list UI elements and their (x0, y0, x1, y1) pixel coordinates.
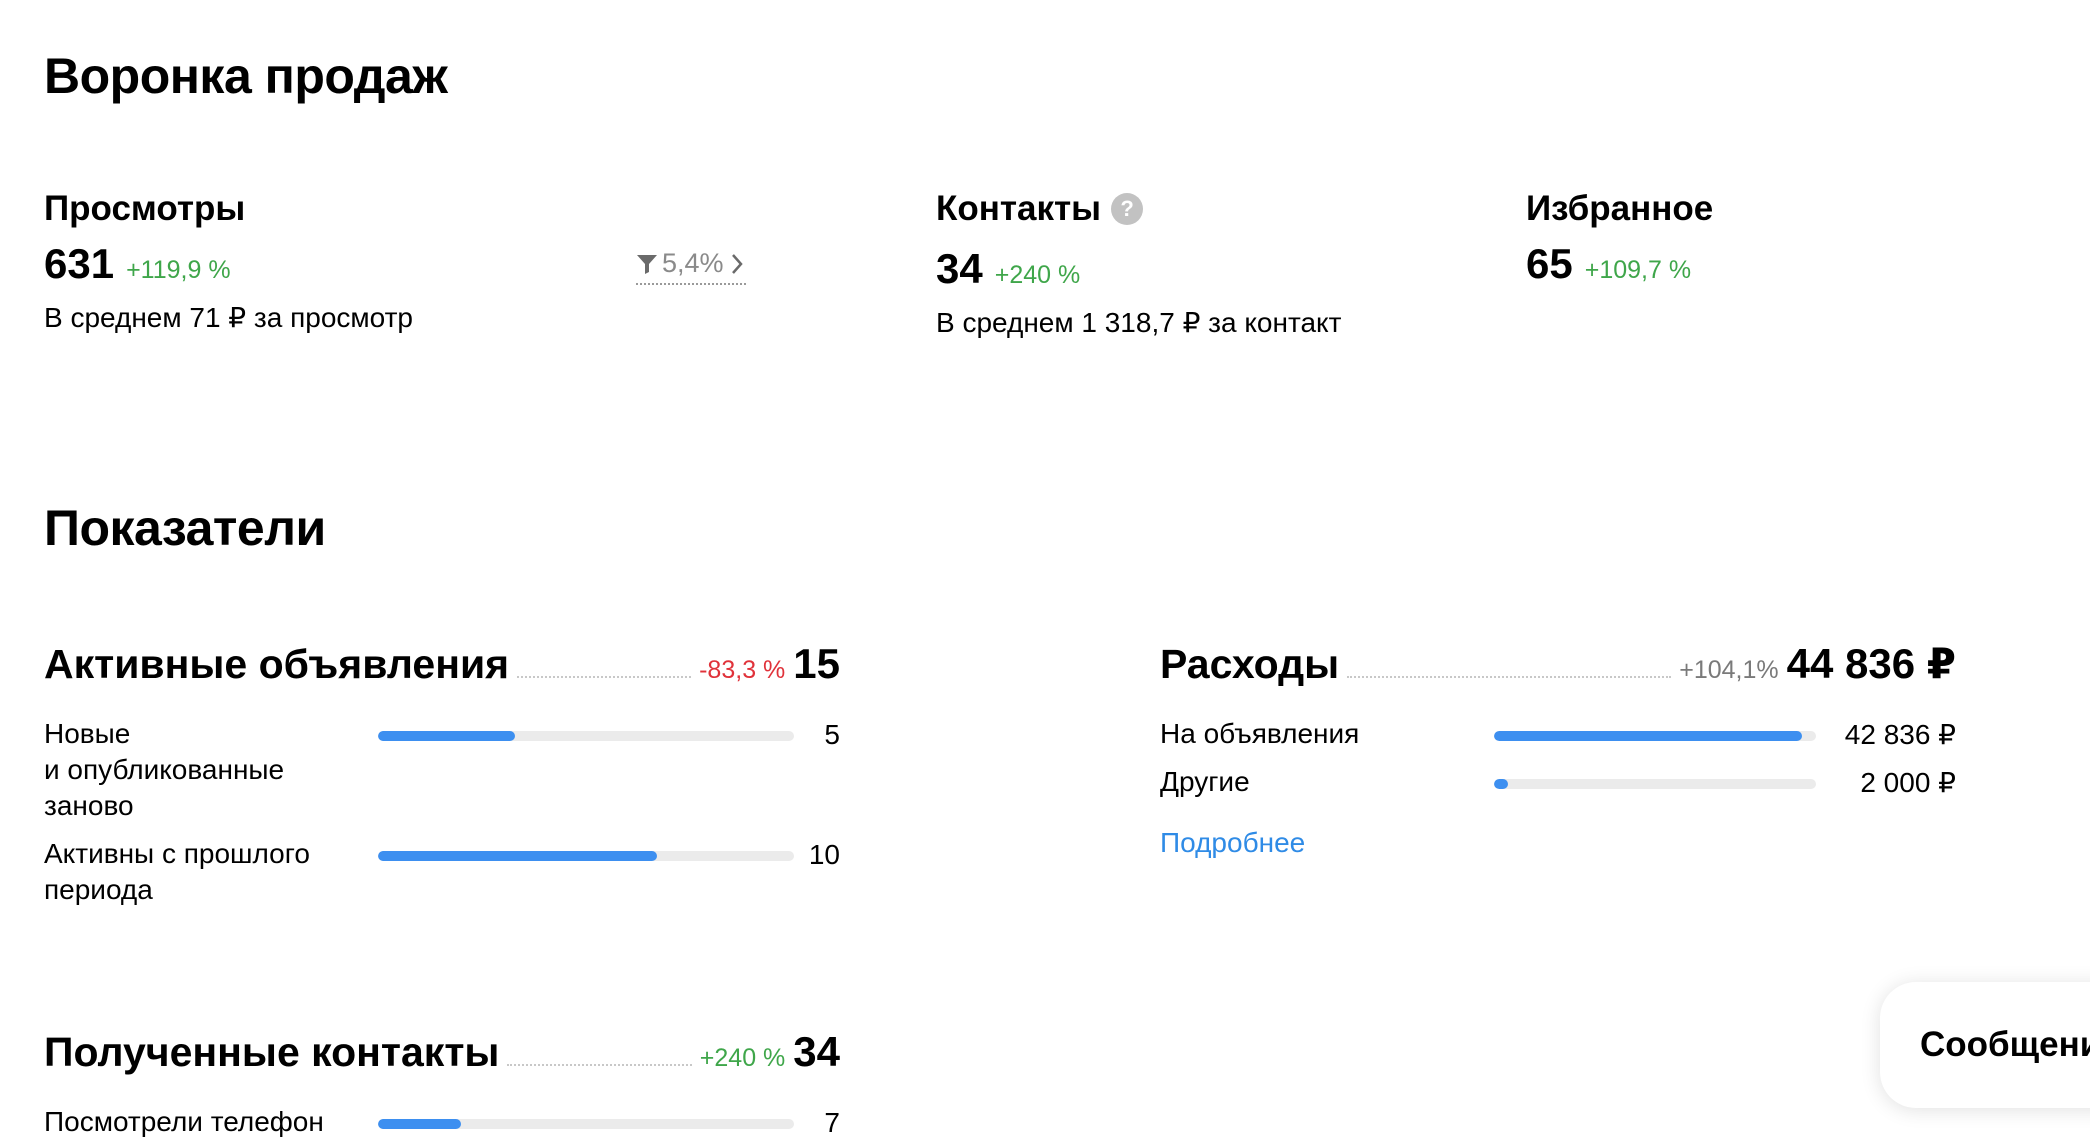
progress-fill (378, 851, 657, 861)
contacts-avg: В среднем 1 318,7 ₽ за контакт (936, 307, 1342, 338)
active-ads-delta: -83,3 % (699, 656, 786, 684)
progress-fill (378, 731, 516, 741)
label-line: периода (44, 874, 153, 905)
active-ads-row-prev-label: Активны с прошлого периода (44, 836, 364, 908)
label-line: и опубликованные (44, 754, 285, 785)
help-icon[interactable]: ? (1111, 192, 1144, 225)
expenses-row-ads-value: 42 836 ₽ (1844, 719, 1956, 750)
favorites-title: Избранное (1526, 189, 1714, 228)
views-value: 631 (44, 240, 115, 287)
messages-button-label: Сообщения (1920, 1025, 2090, 1064)
expenses-header: Расходы +104,1% 44 836 ₽ (1160, 643, 1956, 685)
favorites-value-row: 65 +109,7 % (1526, 243, 1691, 285)
received-contacts-row-phone-value: 7 (824, 1107, 840, 1138)
contacts-title: Контакты (936, 189, 1102, 228)
active-ads-row-new-bar (378, 731, 794, 741)
expenses-title: Расходы (1160, 641, 1340, 687)
received-contacts-row-phone-bar (378, 1119, 794, 1129)
favorites-value: 65 (1526, 240, 1573, 287)
progress-fill (378, 1119, 462, 1129)
active-ads-title: Активные объявления (44, 641, 510, 687)
received-contacts-title: Полученные контакты (44, 1029, 500, 1075)
funnel-filter-icon (637, 254, 657, 274)
expenses-row-other-bar (1494, 779, 1816, 789)
progress-fill (1494, 731, 1802, 741)
contacts-delta: +240 % (994, 261, 1081, 289)
active-ads-row-new-value: 5 (824, 719, 840, 750)
received-contacts-delta: +240 % (699, 1044, 786, 1072)
label-line: заново (44, 790, 134, 821)
views-conversion-value: 5,4% (662, 248, 724, 278)
active-ads-row-prev-value: 10 (808, 839, 840, 870)
active-ads-row-prev-bar (378, 851, 794, 861)
contacts-value: 34 (936, 245, 983, 292)
expenses-delta: +104,1% (1679, 656, 1779, 684)
dotted-leader (507, 1064, 692, 1066)
expenses-row-ads-bar (1494, 731, 1816, 741)
expenses-more-link[interactable]: Подробнее (1160, 827, 1305, 859)
views-value-row: 631 +119,9 % (44, 243, 231, 285)
views-delta: +119,9 % (126, 256, 231, 284)
label-line: Активны с прошлого (44, 838, 310, 869)
contacts-value-row: 34 +240 % (936, 248, 1080, 290)
contacts-title-row: Контакты ? (936, 189, 1144, 228)
received-contacts-value: 34 (793, 1028, 840, 1075)
expenses-row-other-label: Другие (1160, 766, 1250, 797)
messages-button[interactable]: Сообщения (1880, 982, 2090, 1108)
label-line: Новые (44, 718, 131, 749)
progress-fill (1494, 779, 1509, 789)
dotted-leader (517, 676, 692, 678)
views-title: Просмотры (44, 189, 246, 228)
active-ads-row-new-label: Новые и опубликованные заново (44, 716, 364, 824)
active-ads-value: 15 (793, 640, 840, 687)
funnel-title: Воронка продаж (44, 48, 448, 104)
received-contacts-row-phone-label: Посмотрели телефон (44, 1106, 324, 1137)
expenses-row-other-value: 2 000 ₽ (1860, 767, 1956, 798)
views-conversion-link[interactable]: 5,4% (636, 248, 746, 285)
dotted-leader (1347, 676, 1672, 678)
active-ads-header: Активные объявления -83,3 % 15 (44, 643, 840, 685)
chevron-right-icon (731, 253, 743, 274)
favorites-delta: +109,7 % (1584, 256, 1692, 284)
indicators-title: Показатели (44, 500, 326, 556)
views-avg: В среднем 71 ₽ за просмотр (44, 302, 414, 333)
received-contacts-header: Полученные контакты +240 % 34 (44, 1031, 840, 1073)
expenses-row-ads-label: На объявления (1160, 718, 1360, 749)
expenses-value: 44 836 ₽ (1786, 640, 1956, 687)
